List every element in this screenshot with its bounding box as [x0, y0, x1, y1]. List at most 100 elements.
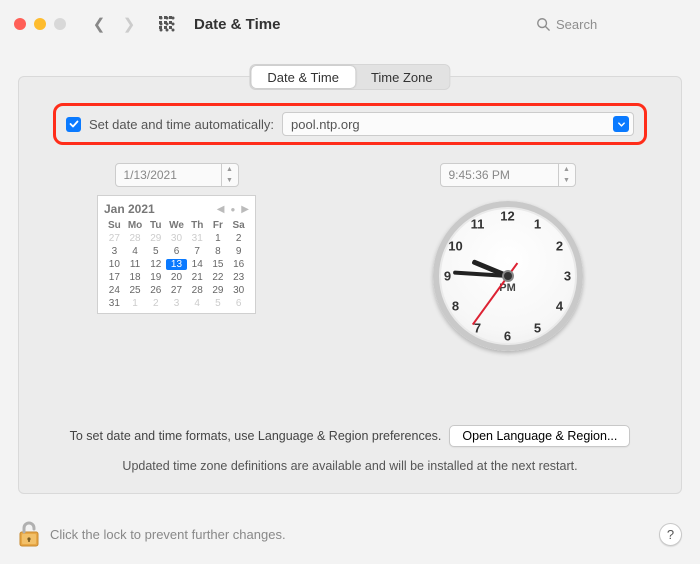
chevron-down-icon: ▼ [559, 175, 575, 186]
time-field-value: 9:45:36 PM [449, 168, 510, 182]
calendar[interactable]: Jan 2021 ◀ ● ▶ SuMoTuWeThFrSa27282930311… [97, 195, 256, 314]
grid-icon [159, 16, 175, 32]
tab-segmented-control: Date & Time Time Zone [249, 64, 450, 90]
calendar-dow: Fr [208, 220, 229, 231]
calendar-day[interactable]: 29 [208, 285, 229, 296]
ntp-server-value: pool.ntp.org [291, 117, 360, 132]
ntp-server-field[interactable]: pool.ntp.org [282, 112, 634, 136]
calendar-day[interactable]: 30 [228, 285, 249, 296]
calendar-day[interactable]: 9 [228, 246, 249, 257]
analog-clock: PM 121234567891011 [433, 201, 583, 351]
open-language-region-button[interactable]: Open Language & Region... [449, 425, 630, 447]
date-field[interactable]: 1/13/2021 ▲ ▼ [115, 163, 239, 187]
calendar-day[interactable]: 8 [208, 246, 229, 257]
lock-text: Click the lock to prevent further change… [50, 527, 286, 542]
calendar-selected-day[interactable]: 13 [166, 259, 187, 270]
search-icon [536, 17, 550, 31]
time-field[interactable]: 9:45:36 PM ▲ ▼ [440, 163, 576, 187]
calendar-day[interactable]: 19 [145, 272, 166, 283]
calendar-day[interactable]: 14 [187, 259, 208, 270]
traffic-close[interactable] [14, 18, 26, 30]
calendar-day[interactable]: 1 [208, 233, 229, 244]
calendar-day[interactable]: 22 [208, 272, 229, 283]
calendar-day[interactable]: 20 [166, 272, 187, 283]
calendar-next-day[interactable]: 6 [228, 298, 249, 309]
prefs-panel: Date & Time Time Zone Set date and time … [18, 76, 682, 494]
tab-time-zone[interactable]: Time Zone [355, 66, 449, 88]
tab-date-time[interactable]: Date & Time [251, 66, 355, 88]
calendar-prev-day[interactable]: 30 [166, 233, 187, 244]
calendar-day[interactable]: 27 [166, 285, 187, 296]
date-field-value: 1/13/2021 [124, 168, 177, 182]
calendar-prev-day[interactable]: 28 [125, 233, 146, 244]
calendar-prev-day[interactable]: 29 [145, 233, 166, 244]
calendar-day[interactable]: 10 [104, 259, 125, 270]
search-placeholder: Search [556, 17, 597, 32]
window-title: Date & Time [194, 16, 280, 33]
calendar-day[interactable]: 7 [187, 246, 208, 257]
calendar-day[interactable]: 16 [228, 259, 249, 270]
help-button[interactable]: ? [659, 523, 682, 546]
calendar-day[interactable]: 17 [104, 272, 125, 283]
calendar-day[interactable]: 15 [208, 259, 229, 270]
calendar-day[interactable]: 24 [104, 285, 125, 296]
traffic-minimize[interactable] [34, 18, 46, 30]
clock-numeral: 4 [549, 299, 569, 314]
nav-forward-button[interactable]: ❯ [118, 13, 140, 35]
clock-numeral: 6 [498, 329, 518, 344]
calendar-next-day[interactable]: 3 [166, 298, 187, 309]
clock-second-hand [471, 275, 508, 325]
calendar-next-day[interactable]: 5 [208, 298, 229, 309]
clock-numeral: 8 [446, 299, 466, 314]
calendar-next-month[interactable]: ▶ [241, 204, 249, 215]
calendar-day[interactable]: 28 [187, 285, 208, 296]
calendar-day[interactable]: 4 [125, 246, 146, 257]
calendar-day[interactable]: 6 [166, 246, 187, 257]
tz-update-note: Updated time zone definitions are availa… [19, 459, 681, 473]
clock-numeral: 12 [498, 209, 518, 224]
format-hint-text: To set date and time formats, use Langua… [70, 429, 442, 443]
clock-numeral: 3 [558, 269, 578, 284]
calendar-next-day[interactable]: 1 [125, 298, 146, 309]
calendar-dow: Tu [145, 220, 166, 231]
calendar-day[interactable]: 18 [125, 272, 146, 283]
calendar-dow: Sa [228, 220, 249, 231]
calendar-prev-month[interactable]: ◀ [217, 204, 225, 215]
clock-numeral: 1 [528, 217, 548, 232]
calendar-next-day[interactable]: 2 [145, 298, 166, 309]
calendar-day[interactable]: 5 [145, 246, 166, 257]
auto-time-label: Set date and time automatically: [89, 117, 274, 132]
show-all-button[interactable] [156, 13, 178, 35]
calendar-today[interactable]: ● [230, 205, 235, 214]
calendar-day[interactable]: 11 [125, 259, 146, 270]
clock-numeral: 2 [549, 239, 569, 254]
nav-back-button[interactable]: ❮ [88, 13, 110, 35]
calendar-day[interactable]: 3 [104, 246, 125, 257]
lock-icon[interactable] [18, 520, 40, 548]
date-stepper[interactable]: ▲ ▼ [221, 164, 238, 186]
clock-pivot [504, 272, 512, 280]
calendar-day[interactable]: 31 [104, 298, 125, 309]
search-field[interactable]: Search [536, 13, 686, 35]
calendar-month-label: Jan 2021 [104, 202, 155, 216]
time-stepper[interactable]: ▲ ▼ [558, 164, 575, 186]
ntp-server-dropdown-button[interactable] [613, 116, 629, 132]
clock-numeral: 5 [528, 320, 548, 335]
calendar-day[interactable]: 26 [145, 285, 166, 296]
calendar-day[interactable]: 12 [145, 259, 166, 270]
calendar-dow: Th [187, 220, 208, 231]
chevron-down-icon [617, 120, 626, 129]
calendar-day[interactable]: 23 [228, 272, 249, 283]
calendar-day[interactable]: 21 [187, 272, 208, 283]
calendar-day[interactable]: 2 [228, 233, 249, 244]
chevron-down-icon: ▼ [222, 175, 238, 186]
calendar-day[interactable]: 25 [125, 285, 146, 296]
calendar-prev-day[interactable]: 31 [187, 233, 208, 244]
calendar-dow: Mo [125, 220, 146, 231]
calendar-prev-day[interactable]: 27 [104, 233, 125, 244]
calendar-next-day[interactable]: 4 [187, 298, 208, 309]
clock-numeral: 11 [468, 217, 488, 232]
auto-time-checkbox[interactable] [66, 117, 81, 132]
clock-numeral: 10 [446, 239, 466, 254]
chevron-up-icon: ▲ [222, 164, 238, 175]
